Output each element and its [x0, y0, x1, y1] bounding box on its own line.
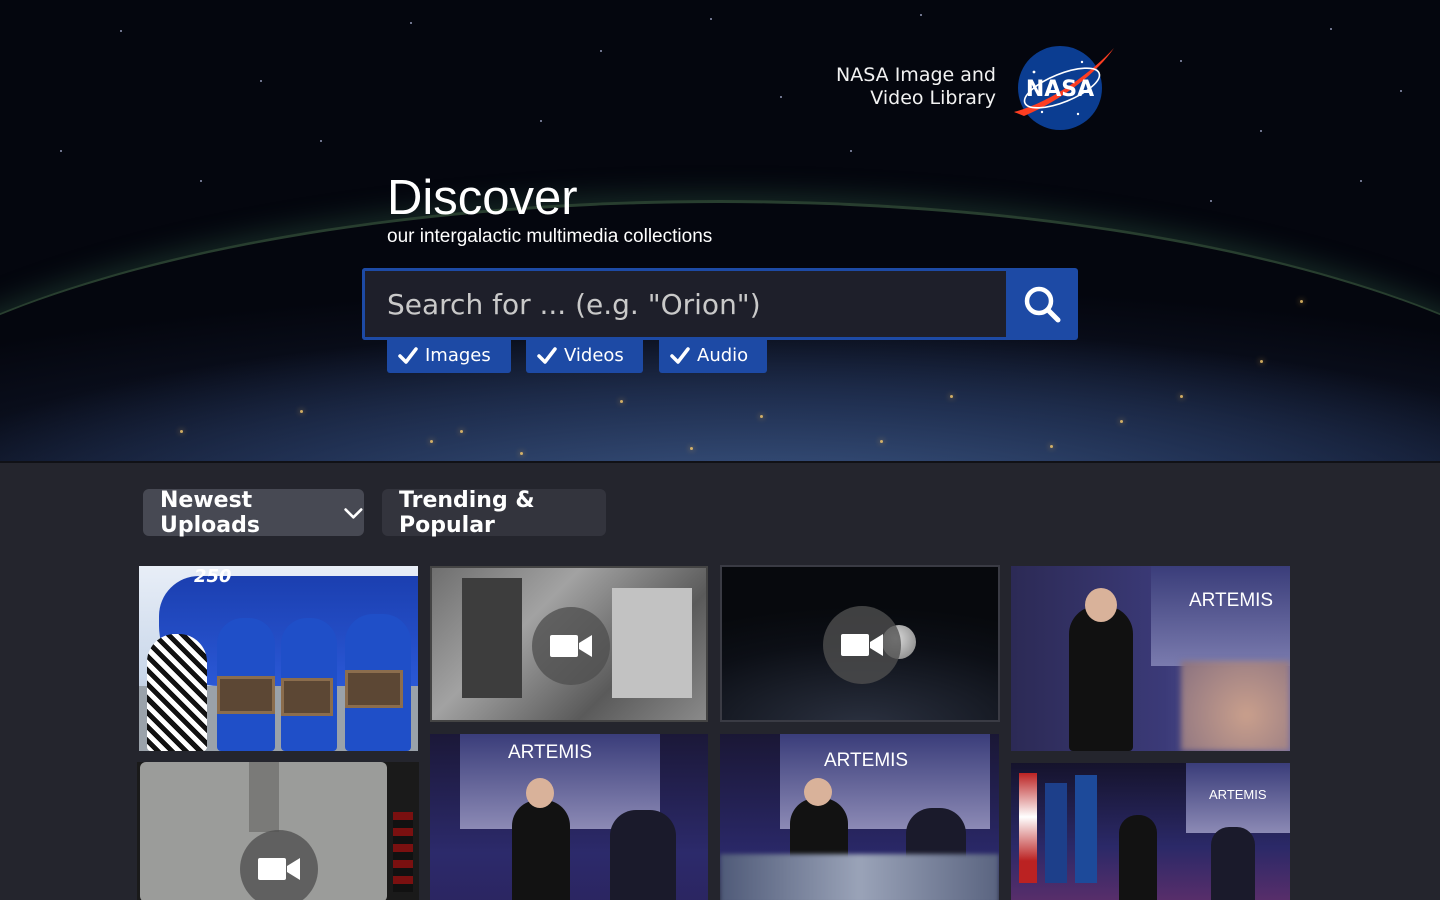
video-play-indicator: [532, 607, 610, 685]
countdown-panel: [393, 812, 413, 892]
flag: [1045, 783, 1067, 883]
plaque: [217, 676, 275, 714]
tab-trending-label: Trending & Popular: [399, 487, 535, 538]
artemis-banner-text: ARTEMIS: [1209, 787, 1267, 802]
seated-figure: [610, 810, 676, 900]
filter-videos-checkbox[interactable]: Videos: [526, 338, 643, 373]
media-tile-iss-video[interactable]: [430, 566, 708, 722]
brand-line-2: Video Library: [870, 87, 996, 109]
filter-audio-label: Audio: [697, 345, 749, 366]
seated-figure: [1211, 827, 1255, 900]
audience-blur: [1181, 661, 1290, 751]
iss-equipment: [612, 588, 692, 698]
brand-title: NASA Image and Video Library: [836, 64, 996, 110]
hero-banner: NASA Image and Video Library NASA Discov…: [0, 0, 1440, 463]
artemis-banner-text: ARTEMIS: [508, 742, 593, 763]
tab-newest-label: Newest Uploads: [160, 487, 260, 538]
media-tile-artemis-speaker[interactable]: ARTEMIS: [1011, 566, 1290, 751]
brand-line-1: NASA Image and: [836, 64, 996, 86]
video-play-indicator: [240, 830, 318, 900]
artemis-banner-text: ARTEMIS: [1189, 590, 1274, 611]
flag: [1075, 775, 1097, 883]
tab-trending-popular[interactable]: Trending & Popular: [382, 487, 606, 538]
checkmark-icon: [398, 346, 418, 364]
checkmark-icon: [670, 346, 690, 364]
speaker-head: [1085, 588, 1117, 622]
launch-tower: [249, 762, 279, 832]
search-input[interactable]: [362, 268, 1008, 340]
brand-header[interactable]: NASA Image and Video Library NASA: [836, 40, 1118, 132]
video-camera-icon: [550, 635, 592, 657]
artemis-banner-text: ARTEMIS: [824, 750, 909, 771]
media-tile-artemis-panel-3[interactable]: ARTEMIS: [1011, 763, 1290, 900]
media-tile-astronauts-award[interactable]: 250: [139, 566, 418, 751]
media-tile-artemis-panel-2[interactable]: ARTEMIS: [720, 734, 999, 900]
hero-divider: [0, 461, 1440, 463]
nasa-meatball-logo-icon[interactable]: NASA: [1012, 42, 1116, 132]
plaque: [281, 678, 333, 716]
speaker-figure: [1119, 815, 1157, 900]
speaker-figure: [512, 800, 570, 900]
media-tile-moon-video[interactable]: [720, 565, 1000, 722]
search-button[interactable]: [1006, 268, 1078, 340]
speaker-figure: [1069, 606, 1133, 751]
filter-videos-label: Videos: [564, 345, 624, 366]
video-camera-icon: [258, 858, 300, 880]
jet-logo-text: 250: [194, 566, 232, 587]
svg-text:NASA: NASA: [1026, 77, 1094, 102]
iss-equipment: [462, 578, 522, 698]
speaker-head: [804, 778, 832, 806]
filter-images-label: Images: [425, 345, 491, 366]
search-icon: [1024, 286, 1061, 323]
speaker-head: [526, 778, 554, 808]
search-bar: [362, 268, 1078, 340]
person-figure: [147, 634, 207, 751]
hero-title: Discover: [387, 171, 578, 225]
plaque: [345, 670, 403, 708]
filter-images-checkbox[interactable]: Images: [387, 338, 511, 373]
media-tile-launch-video[interactable]: [137, 762, 419, 900]
checkmark-icon: [537, 346, 557, 364]
video-camera-icon: [841, 634, 883, 656]
media-tile-artemis-panel-1[interactable]: ARTEMIS: [430, 734, 708, 900]
filter-audio-checkbox[interactable]: Audio: [659, 338, 767, 373]
chevron-down-icon: [344, 507, 363, 519]
tab-newest-uploads[interactable]: Newest Uploads: [143, 487, 364, 538]
hero-tagline: our intergalactic multimedia collections: [387, 226, 713, 247]
video-play-indicator: [823, 606, 901, 684]
artemis-backdrop: [1151, 566, 1290, 666]
audience-blur: [720, 854, 999, 900]
flag: [1019, 773, 1037, 883]
